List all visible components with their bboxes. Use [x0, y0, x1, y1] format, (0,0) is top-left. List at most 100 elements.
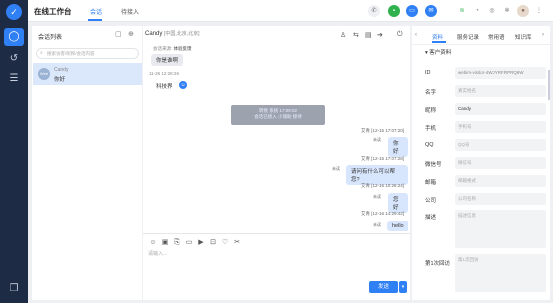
history-nav-icon[interactable]: ↺: [4, 50, 24, 68]
scissors-icon[interactable]: ✂: [231, 238, 243, 246]
wechat-field[interactable]: 微信号: [455, 157, 546, 169]
description-field[interactable]: 描述信息: [455, 210, 546, 248]
read-status: 未读: [373, 222, 381, 227]
heart-icon[interactable]: ♡: [219, 238, 231, 246]
divider: [143, 233, 410, 234]
scrollbar[interactable]: [548, 70, 550, 100]
section-title-text: 客户资料: [429, 50, 452, 56]
message-meta: 艾青 [12-15 17:07:28]: [361, 156, 405, 161]
folder-icon[interactable]: ▭: [183, 238, 195, 246]
phone-icon[interactable]: ✆: [368, 5, 380, 17]
field-label: 手机: [425, 126, 437, 132]
notes-nav-icon[interactable]: ☰: [4, 70, 24, 88]
bell-icon[interactable]: ◔: [471, 5, 483, 17]
timestamp: 11-26 12:28:26: [149, 71, 179, 76]
field-label: 微信号: [425, 162, 442, 168]
message-bubble: hello: [387, 221, 408, 231]
message-meta: 艾青 [12-16 10:26:24]: [361, 183, 405, 188]
field-label: 描述: [425, 215, 437, 221]
avatar[interactable]: ●: [517, 5, 529, 17]
search-icon: ⌕: [40, 50, 43, 56]
list-item[interactable]: Web Candy 你好: [33, 63, 142, 85]
source-label: 会话来源:: [153, 46, 173, 51]
message-bubble: 你好: [388, 137, 408, 157]
search-placeholder: 搜索访客/昵称/会话内容: [47, 51, 95, 56]
message-bubble: 您好: [388, 193, 408, 213]
message-bubble: 请问有什么可以帮您?: [346, 165, 408, 185]
chat-bubble-icon[interactable]: ▢: [115, 30, 122, 38]
tab-quick-replies[interactable]: 常用语: [488, 33, 505, 41]
active-tab-indicator: [88, 19, 102, 21]
left-sidebar: ✓ ◯ ↺ ☰ ❐: [0, 0, 28, 303]
message-input[interactable]: 请输入...: [148, 250, 167, 257]
video-icon[interactable]: ▶: [195, 238, 207, 246]
session-list-title: 会话列表: [38, 35, 63, 41]
divider: [412, 44, 550, 45]
forward-icon[interactable]: ➔: [377, 31, 383, 39]
image-icon[interactable]: ▣: [159, 238, 171, 246]
message-bubble: 你是谁啊: [151, 54, 184, 66]
message-icon[interactable]: ▪: [388, 5, 400, 17]
id-field[interactable]: webim-visitor-4WJYRFRPRQ6W: [455, 67, 546, 79]
field-label: 第1次回访: [425, 261, 451, 267]
emoji-icon[interactable]: ☺: [147, 239, 159, 246]
active-tab-indicator: [432, 41, 446, 43]
tab-profile[interactable]: 资料: [432, 33, 443, 41]
note-icon[interactable]: ▤: [365, 31, 372, 39]
avatar: Web: [38, 68, 50, 80]
screenshot-icon[interactable]: ⊡: [207, 238, 219, 246]
message-meta: 艾青 [12-16 14:29:42]: [361, 211, 405, 216]
top-bar: 在线工作台 会话 待接入 ✆ ▪ ▭ ✉ ≋ ◔ ◎ ✲ ● ⋮: [28, 0, 553, 22]
message-list: 会话来源: 体验反馈 你是谁啊 11-26 12:28:26 科技界 ☺ 转接 …: [145, 42, 408, 232]
message-meta: 艾青 [12-15 17:07:20]: [361, 128, 405, 133]
search-input[interactable]: ⌕ 搜索访客/昵称/会话内容: [36, 48, 139, 59]
chevron-left-icon[interactable]: ‹: [415, 32, 417, 38]
field-label: ID: [425, 70, 431, 76]
field-label: 昵称: [425, 108, 437, 114]
nickname-field[interactable]: Candy: [455, 103, 546, 115]
field-label: QQ: [425, 142, 434, 148]
section-title: ▾ 客户资料: [425, 50, 452, 56]
tab-conversations[interactable]: 会话: [90, 7, 102, 16]
session-last-message: 你好: [54, 77, 66, 83]
field-label: 公司: [425, 198, 437, 204]
end-chat-icon[interactable]: ⏻: [397, 31, 403, 39]
chevron-right-icon[interactable]: ›: [542, 32, 544, 38]
transfer-icon[interactable]: ⇆: [353, 31, 359, 39]
chat-nav-icon[interactable]: ◯: [4, 28, 24, 46]
settings-icon[interactable]: ✲: [501, 5, 513, 17]
chat-header: Candy [中国,北京,北京]: [145, 30, 200, 37]
emoji-icon: ☺: [179, 81, 187, 89]
email-field[interactable]: 邮箱格式: [455, 175, 546, 187]
copy-nav-icon[interactable]: ❐: [4, 280, 24, 298]
followup-field[interactable]: 第1次回访: [455, 254, 546, 292]
tab-knowledge-base[interactable]: 知识库: [515, 33, 532, 41]
session-name: Candy: [54, 67, 69, 73]
file-icon[interactable]: ⎘: [171, 239, 183, 247]
tab-service-records[interactable]: 服务记录: [457, 33, 479, 41]
user-icon[interactable]: ♙: [340, 31, 346, 39]
logo-icon: ✓: [6, 4, 22, 20]
field-label: 名字: [425, 90, 437, 96]
system-notice-line: 会话已接入 小瑞助 接待: [254, 114, 302, 119]
wifi-icon: ≋: [459, 8, 465, 14]
qq-field[interactable]: QQ号: [455, 139, 546, 151]
read-status: 未读: [373, 194, 381, 199]
send-button[interactable]: 发送: [369, 281, 398, 293]
source-value: 体验反馈: [173, 46, 192, 51]
screen-icon[interactable]: ▭: [406, 5, 418, 17]
app-title: 在线工作台: [34, 7, 72, 16]
tab-waiting[interactable]: 待接入: [121, 7, 139, 16]
visitor-location: [中国,北京,北京]: [164, 31, 200, 37]
add-icon[interactable]: ⊕: [128, 30, 134, 38]
read-status: 未读: [373, 137, 381, 142]
read-status: 未读: [332, 166, 340, 171]
menu-icon[interactable]: ⋮: [533, 5, 545, 17]
company-field[interactable]: 公司名称: [455, 193, 546, 205]
system-notice: 转接 系统 17:08:02 会话已接入 小瑞助 接待: [231, 105, 325, 125]
phone-field[interactable]: 手机号: [455, 121, 546, 133]
mail-icon[interactable]: ✉: [425, 5, 437, 17]
send-options-chevron-icon[interactable]: ▾: [399, 281, 407, 293]
name-field[interactable]: 真实姓名: [455, 85, 546, 97]
globe-icon[interactable]: ◎: [486, 5, 498, 17]
